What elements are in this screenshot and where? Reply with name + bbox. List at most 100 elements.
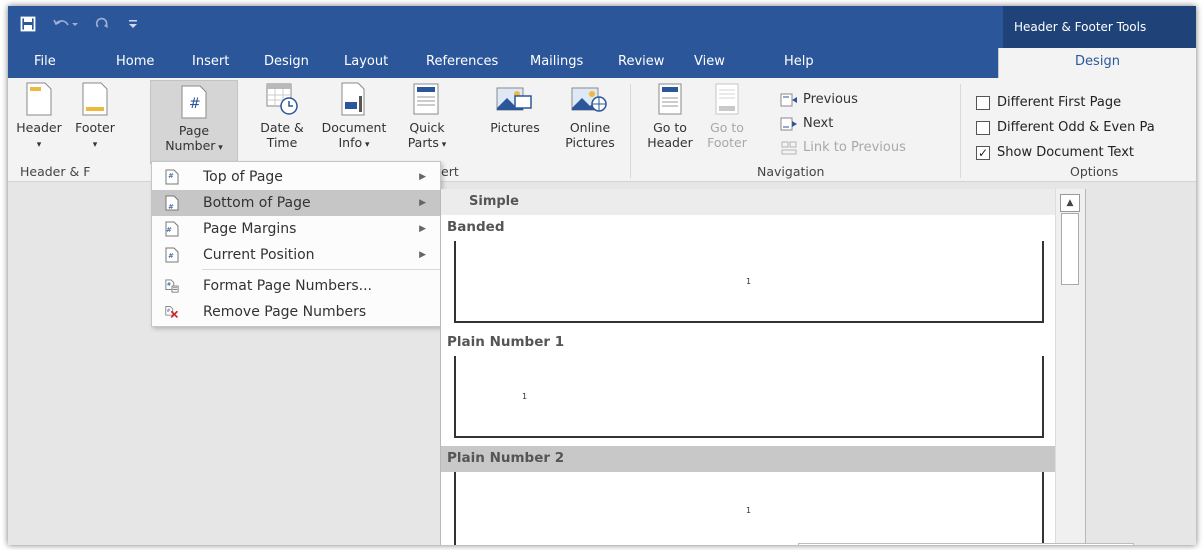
menu-item-format-page-numbers[interactable]: # Format Page Numbers... [152,273,440,299]
redo-icon[interactable] [94,17,112,31]
chevron-down-icon: ▾ [215,143,223,153]
svg-text:#: # [167,308,171,314]
quick-access-toolbar [20,16,138,32]
scroll-up-icon[interactable]: ▲ [1060,194,1080,212]
tab-insert[interactable]: Insert [192,48,229,78]
svg-text:#: # [168,172,174,180]
different-first-page-option[interactable]: Different First Page [976,95,1121,110]
link-to-previous-label: Link to Previous [803,140,906,155]
footer-label: Footer [75,120,115,135]
page-number-button[interactable]: # Page Number ▾ [150,80,238,164]
gallery-item-banded[interactable]: 1 [454,241,1044,323]
menu-item-remove-page-numbers[interactable]: # Remove Page Numbers [152,299,440,325]
goto-footer-button[interactable]: Go to Footer [702,82,752,150]
submenu-arrow-icon: ▶ [419,224,426,234]
gallery-item-label: Plain Number 1 [447,334,565,350]
previous-label: Previous [803,92,858,107]
different-first-page-label: Different First Page [997,95,1122,110]
menu-item-label: Page Margins [203,221,297,237]
tab-design[interactable]: Design [264,48,309,78]
next-button[interactable]: Next [780,116,833,131]
scrollbar-thumb[interactable] [1061,213,1079,285]
tab-layout[interactable]: Layout [344,48,388,78]
tab-mailings[interactable]: Mailings [530,48,583,78]
page-number-preview: 1 [522,392,528,401]
goto-header-button[interactable]: Go to Header [642,82,698,150]
top-of-page-icon: # [165,169,179,185]
gallery-section-header: Simple [441,189,1055,215]
goto-header-line2: Header [647,135,693,150]
page-margins-icon: # [165,221,179,237]
submenu-arrow-icon: ▶ [419,198,426,208]
different-first-page-checkbox[interactable] [976,95,990,110]
goto-footer-line1: Go to [710,120,744,135]
ribbon-tabs: File Home Insert Design Layout Reference… [8,48,1196,78]
online-pictures-button[interactable]: Online Pictures [558,82,622,150]
show-document-text-label: Show Document Text [997,145,1134,160]
svg-text:#: # [167,282,171,288]
pictures-label: Pictures [490,120,540,135]
menu-item-current-position[interactable]: # Current Position ▶ [152,242,440,268]
group-label-header-footer: Header & F [20,164,91,179]
tab-header-footer-design[interactable]: Design [998,48,1196,78]
undo-icon[interactable] [52,17,78,31]
document-info-line1: Document [321,120,387,135]
different-odd-even-option[interactable]: Different Odd & Even Pa [976,120,1155,135]
tab-references[interactable]: References [426,48,498,78]
word-window: Header & Footer Tools File Home Insert D… [8,6,1196,545]
tab-view[interactable]: View [694,48,725,78]
online-pictures-line2: Pictures [565,135,615,150]
menu-item-label: Current Position [203,247,315,263]
tab-file[interactable]: File [34,48,56,78]
different-odd-even-checkbox[interactable] [976,120,990,135]
menu-item-label: Top of Page [203,169,283,185]
tab-help[interactable]: Help [784,48,814,78]
gallery-item-plain-number-1[interactable]: 1 [454,356,1044,438]
format-page-numbers-icon: # [165,279,179,293]
goto-header-icon [658,83,682,115]
bottom-of-page-icon: # [165,195,179,211]
chevron-down-icon: ▾ [438,140,447,150]
show-document-text-option[interactable]: ✓ Show Document Text [976,145,1134,160]
svg-text:#: # [168,203,174,211]
save-icon[interactable] [20,16,36,32]
menu-item-top-of-page[interactable]: # Top of Page ▶ [152,164,440,190]
link-to-previous-button[interactable]: Link to Previous [780,140,906,155]
document-info-button[interactable]: Document Info ▾ [314,82,394,153]
menu-item-page-margins[interactable]: # Page Margins ▶ [152,216,440,242]
chevron-down-icon: ▾ [92,140,98,150]
group-label-insert: ert [441,164,459,179]
date-time-line2: Time [266,135,298,150]
header-icon [26,82,52,116]
show-document-text-checkbox[interactable]: ✓ [976,145,990,160]
group-separator [960,84,961,178]
submenu-arrow-icon: ▶ [419,250,426,260]
page-number-icon: # [181,85,207,119]
menu-item-label: Bottom of Page [203,195,311,211]
tab-review[interactable]: Review [618,48,664,78]
next-icon [780,117,797,130]
calendar-clock-icon [266,83,298,115]
date-time-line1: Date & [260,120,304,135]
menu-item-bottom-of-page[interactable]: # Bottom of Page ▶ [152,190,440,216]
title-bar: Header & Footer Tools [8,6,1196,48]
group-label-options: Options [1070,164,1119,179]
header-button[interactable]: Header ▾ [12,82,66,153]
goto-footer-line2: Footer [707,135,747,150]
quick-parts-line1: Quick [409,120,445,135]
customize-qat-icon[interactable] [128,17,138,31]
online-pictures-icon [571,87,607,112]
gallery-scrollbar[interactable]: ▲ [1055,189,1085,545]
footer-button[interactable]: Footer ▾ [68,82,122,153]
header-label: Header [16,120,62,135]
quick-parts-button[interactable]: Quick Parts ▾ [398,82,456,153]
tab-home[interactable]: Home [116,48,154,78]
page-number-preview: 1 [746,506,752,515]
current-position-icon: # [165,247,179,263]
previous-button[interactable]: Previous [780,92,858,107]
remove-page-numbers-icon: # [165,306,179,319]
date-time-button[interactable]: Date & Time [254,82,310,150]
pictures-button[interactable]: Pictures [484,82,546,135]
gallery-item-plain-number-2[interactable]: 1 [454,472,1044,545]
online-pictures-line1: Online [569,120,611,135]
